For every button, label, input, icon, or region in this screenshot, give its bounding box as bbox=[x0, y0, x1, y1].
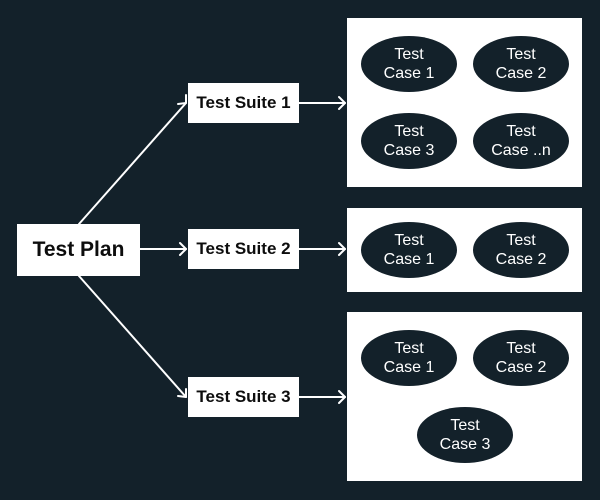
test-case-label-line1: Test bbox=[506, 340, 536, 357]
test-suite-1-cases-container: Test Case 1 Test Case 2 Test Case 3 Test… bbox=[347, 18, 582, 187]
test-case-label-line2: Case ..n bbox=[491, 142, 551, 159]
test-case-label-line1: Test bbox=[394, 46, 424, 63]
test-suite-2-cases-container: Test Case 1 Test Case 2 bbox=[347, 208, 582, 292]
test-suite-3-label: Test Suite 3 bbox=[196, 387, 291, 406]
test-case-label-line2: Case 2 bbox=[495, 251, 547, 268]
edge-suite-2-to-cases bbox=[298, 242, 346, 256]
test-case-node[interactable]: Test Case 1 bbox=[361, 36, 457, 92]
test-case-label-line2: Case 1 bbox=[383, 65, 435, 82]
test-suite-3-cases-container: Test Case 1 Test Case 2 Test Case 3 bbox=[347, 312, 582, 481]
test-suite-3-node[interactable]: Test Suite 3 bbox=[188, 377, 299, 417]
test-case-label-line1: Test bbox=[506, 232, 536, 249]
test-case-label-line2: Case 2 bbox=[495, 359, 547, 376]
test-plan-node[interactable]: Test Plan bbox=[17, 224, 140, 276]
test-case-label-line2: Case 1 bbox=[383, 251, 435, 268]
test-case-label-line2: Case 1 bbox=[383, 359, 435, 376]
test-case-label-line1: Test bbox=[394, 340, 424, 357]
test-case-node[interactable]: Test Case ..n bbox=[473, 113, 569, 169]
edge-plan-to-suite-3 bbox=[78, 275, 187, 398]
test-suite-1-label: Test Suite 1 bbox=[196, 93, 291, 112]
test-case-label-line2: Case 2 bbox=[495, 65, 547, 82]
test-case-node[interactable]: Test Case 2 bbox=[473, 222, 569, 278]
test-suite-1-node[interactable]: Test Suite 1 bbox=[188, 83, 299, 123]
test-suite-2-node[interactable]: Test Suite 2 bbox=[188, 229, 299, 269]
test-case-node[interactable]: Test Case 2 bbox=[473, 36, 569, 92]
test-case-node[interactable]: Test Case 1 bbox=[361, 330, 457, 386]
test-case-node[interactable]: Test Case 3 bbox=[361, 113, 457, 169]
edge-plan-to-suite-2 bbox=[139, 242, 187, 256]
test-case-label-line1: Test bbox=[394, 232, 424, 249]
edge-suite-3-to-cases bbox=[298, 390, 346, 404]
test-case-label-line2: Case 3 bbox=[383, 142, 435, 159]
test-case-node[interactable]: Test Case 1 bbox=[361, 222, 457, 278]
test-case-node[interactable]: Test Case 3 bbox=[417, 407, 513, 463]
test-case-label-line1: Test bbox=[506, 46, 536, 63]
test-case-label-line2: Case 3 bbox=[439, 436, 491, 453]
test-case-label-line1: Test bbox=[506, 123, 536, 140]
test-hierarchy-diagram: Test Plan Test Suite 1 Test Suite 2 Test… bbox=[0, 0, 600, 500]
test-suite-2-label: Test Suite 2 bbox=[196, 239, 291, 258]
test-case-label-line1: Test bbox=[450, 417, 480, 434]
test-case-label-line1: Test bbox=[394, 123, 424, 140]
edge-suite-1-to-cases bbox=[298, 96, 346, 110]
test-plan-label: Test Plan bbox=[32, 238, 125, 261]
edge-plan-to-suite-1 bbox=[78, 94, 187, 225]
test-case-node[interactable]: Test Case 2 bbox=[473, 330, 569, 386]
